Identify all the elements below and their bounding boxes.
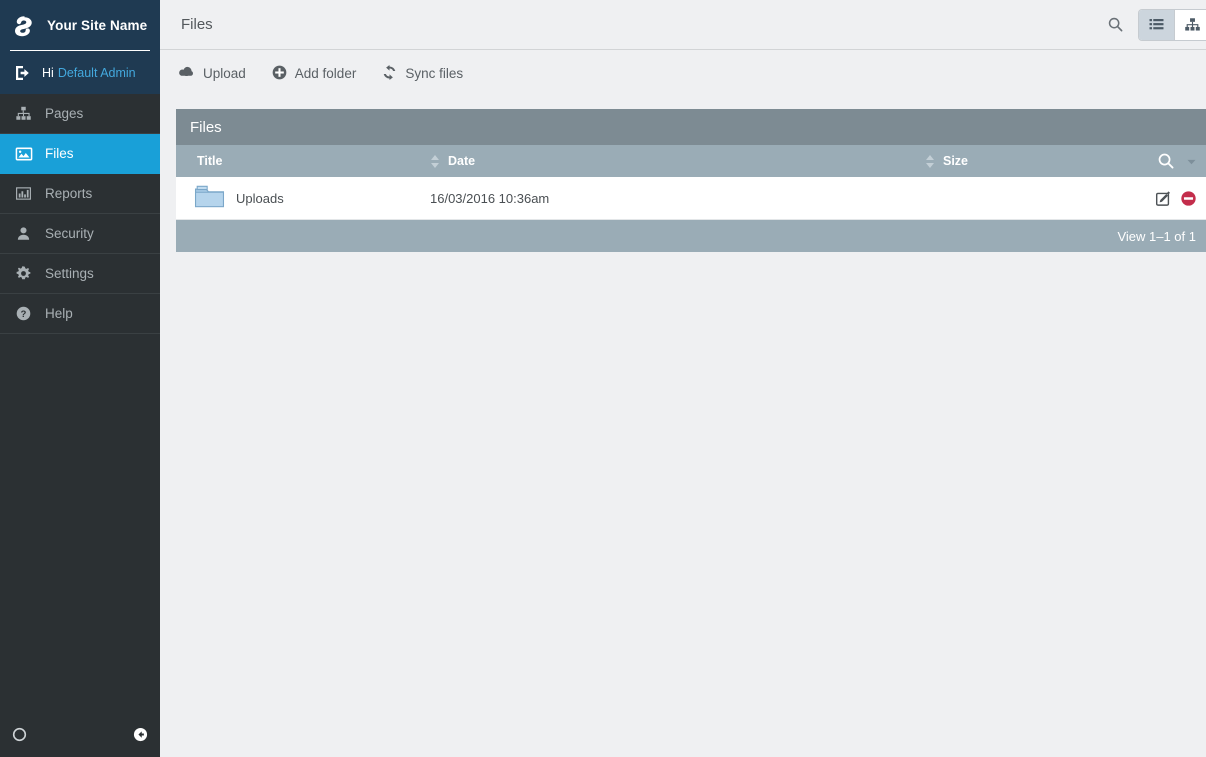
cell-title[interactable]: Uploads [176,177,430,220]
header-actions [1107,8,1206,41]
plus-circle-icon [272,65,287,83]
brand-header[interactable]: Your Site Name [0,0,160,51]
chevron-down-icon[interactable] [1186,156,1197,167]
sidebar-item-label: Reports [45,186,93,201]
sort-asc-icon [430,154,439,160]
panel-title: Files [190,118,222,136]
user-name[interactable]: Default Admin [58,66,136,80]
panel-header: Files [176,109,1206,145]
table-body: Uploads 16/03/2016 10:36am [176,177,1206,220]
column-header-size[interactable]: Size [925,145,1115,177]
sort-toggle-date[interactable] [430,154,439,168]
sync-icon [382,64,397,83]
cell-date: 16/03/2016 10:36am [430,177,925,220]
gear-icon [14,264,33,283]
sidebar-item-reports[interactable]: Reports [0,174,160,214]
upload-label: Upload [203,66,246,81]
cloud-upload-icon [178,65,195,83]
sidebar-item-label: Pages [45,106,84,121]
sitemap-icon [14,104,33,123]
edit-icon[interactable] [1155,190,1172,207]
barchart-icon [14,184,33,203]
circle-icon[interactable] [12,727,27,747]
sidebar-item-label: Files [45,146,74,161]
user-profile-row[interactable]: Hi Default Admin [0,51,160,94]
column-header-date[interactable]: Date [430,145,925,177]
column-header-title[interactable]: Title [176,145,430,177]
logout-icon[interactable] [14,64,32,82]
sort-toggle-size[interactable] [925,154,934,168]
tree-view-icon[interactable] [1174,9,1206,40]
view-toggle-group [1138,8,1206,41]
top-header: Files [160,0,1206,50]
column-header-filter [1115,145,1206,177]
delete-icon[interactable] [1180,190,1197,207]
sidebar-footer [0,717,160,757]
cell-actions [1115,177,1206,220]
main-content: Files Upload Add folder Sync files Files… [160,0,1206,757]
sidebar-item-pages[interactable]: Pages [0,94,160,134]
svg-text:?: ? [21,308,27,319]
list-view-icon[interactable] [1139,9,1174,40]
action-toolbar: Upload Add folder Sync files [160,50,1206,97]
image-icon [14,144,33,163]
sidebar-item-label: Security [45,226,94,241]
user-icon [14,224,33,243]
sidebar: Your Site Name Hi Default Admin Pages Fi… [0,0,160,757]
sidebar-item-settings[interactable]: Settings [0,254,160,294]
sync-files-button[interactable]: Sync files [382,64,464,83]
user-greeting: Hi [42,65,54,80]
search-icon[interactable] [1107,16,1124,33]
column-title-label: Title [197,154,223,168]
question-circle-icon: ? [14,304,33,323]
folder-icon [194,184,225,212]
sidebar-item-help[interactable]: ? Help [0,294,160,334]
sync-files-label: Sync files [405,66,464,81]
cell-size [925,177,1115,220]
sidebar-item-files[interactable]: Files [0,134,160,174]
table-row[interactable]: Uploads 16/03/2016 10:36am [176,177,1206,220]
row-date-text: 16/03/2016 10:36am [430,190,550,206]
sidebar-nav: Pages Files Reports Security Settings ? … [0,94,160,334]
sidebar-item-security[interactable]: Security [0,214,160,254]
add-folder-label: Add folder [294,66,357,81]
files-panel: Files Title Date Size Uploads 16/03/2016… [176,109,1206,252]
pagination-summary: View 1–1 of 1 [1117,228,1196,244]
sidebar-item-label: Help [45,306,73,321]
sidebar-item-label: Settings [45,266,94,281]
table-header-row: Title Date Size [176,145,1206,177]
column-date-label: Date [448,154,476,168]
arrow-left-circle-icon[interactable] [133,727,148,747]
sort-asc-icon [925,154,934,160]
row-title-text: Uploads [236,190,284,206]
search-icon[interactable] [1157,152,1175,170]
upload-button[interactable]: Upload [178,65,246,83]
silverstripe-logo-icon [10,12,40,40]
brand-title: Your Site Name [47,18,148,33]
add-folder-button[interactable]: Add folder [272,65,357,83]
page-title: Files [181,16,213,33]
sort-desc-icon [430,162,439,168]
column-size-label: Size [943,154,969,168]
panel-footer: View 1–1 of 1 [176,220,1206,252]
files-table: Title Date Size Uploads 16/03/2016 10:36… [176,145,1206,220]
sort-desc-icon [925,162,934,168]
